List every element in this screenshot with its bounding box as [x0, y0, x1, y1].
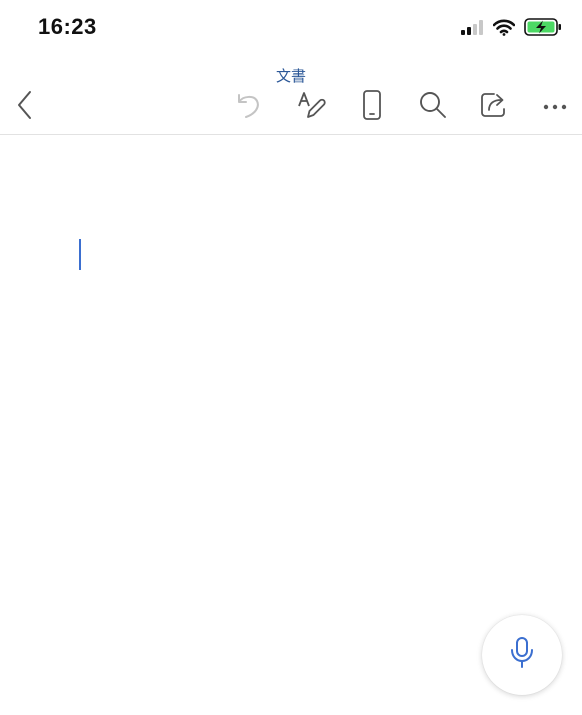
search-button[interactable] [416, 90, 450, 124]
text-format-icon [296, 90, 326, 125]
mobile-view-button[interactable] [355, 89, 389, 126]
back-button[interactable] [8, 90, 42, 124]
wifi-icon [492, 19, 516, 41]
status-bar: 16:23 [0, 0, 582, 56]
undo-icon [234, 90, 264, 125]
cellular-signal-icon [460, 19, 484, 40]
status-icons [460, 17, 562, 42]
mobile-view-icon [361, 89, 383, 126]
more-icon [542, 98, 568, 116]
share-button[interactable] [477, 90, 511, 124]
dictate-button[interactable] [482, 615, 562, 695]
search-icon [418, 90, 448, 125]
text-cursor [79, 239, 81, 270]
document-title: 文書 [275, 68, 306, 85]
status-time: 16:23 [38, 14, 97, 39]
undo-button[interactable] [232, 90, 266, 124]
back-chevron-icon [15, 89, 35, 126]
microphone-icon [509, 636, 535, 675]
document-toolbar: 文書 [0, 56, 582, 134]
text-format-button[interactable] [294, 90, 328, 124]
more-button[interactable] [538, 90, 572, 124]
battery-charging-icon [524, 17, 562, 42]
share-icon [479, 90, 509, 125]
